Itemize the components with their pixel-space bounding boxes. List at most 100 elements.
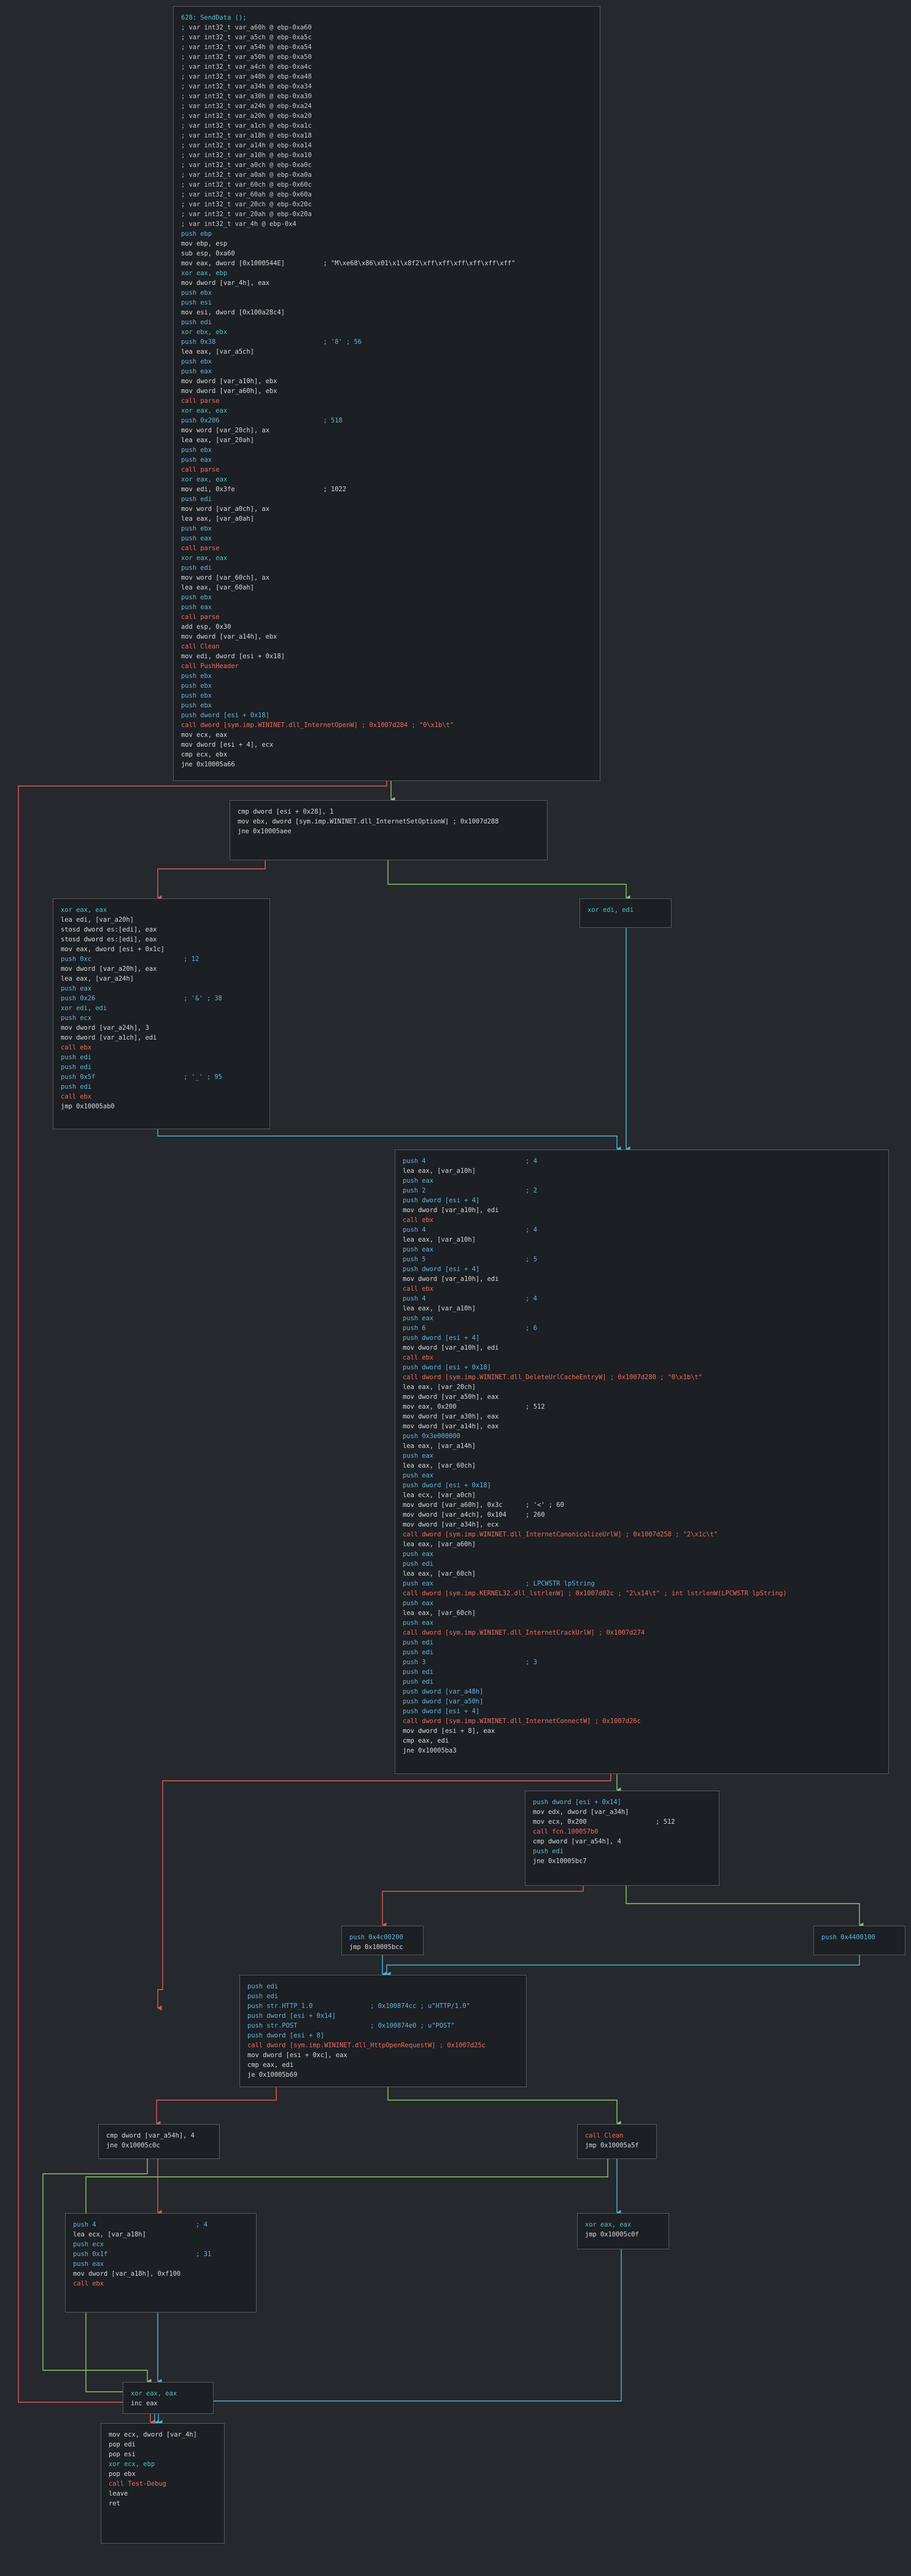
asm-line: push eax: [61, 985, 92, 992]
asm-line: mov ecx, dword [var_4h]: [109, 2431, 197, 2438]
asm-line: push eax: [403, 1619, 434, 1627]
asm-line: xor ecx, ebp: [109, 2461, 155, 2468]
asm-line: push 0x1f ; 31: [73, 2251, 212, 2258]
asm-line: add esp, 0x30: [181, 623, 231, 631]
asm-line: inc eax: [131, 2400, 158, 2407]
basic-block-success-return[interactable]: xor eax, eax inc eax: [123, 2382, 214, 2414]
asm-line: xor eax, eax: [181, 407, 228, 414]
asm-line: push edi: [247, 1993, 279, 2000]
asm-line: ; var int32_t var_a5ch @ ebp-0xa5c: [181, 34, 312, 41]
asm-line: push eax: [403, 1551, 434, 1558]
asm-line: push edi: [533, 1848, 564, 1855]
asm-line: pop edi: [109, 2441, 136, 2448]
asm-line: push edi: [403, 1649, 434, 1656]
asm-line: stosd dword es:[edi], eax: [61, 936, 157, 943]
asm-line: call ebx: [61, 1093, 92, 1100]
asm-line: mov dword [var_a4ch], 0x104 ; 260: [403, 1511, 545, 1519]
asm-line: push edi: [403, 1678, 434, 1686]
asm-line: push dword [esi + 0x14]: [247, 2012, 336, 2020]
asm-line: push 4 ; 4: [73, 2221, 207, 2228]
asm-line: cmp ecx, ebx: [181, 751, 228, 758]
asm-line: push edi: [403, 1560, 434, 1568]
asm-line: push edi: [247, 1983, 279, 1990]
edge-b1-b3: [387, 860, 630, 901]
asm-line: jne 0x10005bc7: [533, 1858, 587, 1865]
asm-line: push 0x5f ; '_' ; 95: [61, 1073, 222, 1081]
asm-line: pop ebx: [109, 2470, 136, 2478]
asm-line: call parse: [181, 613, 220, 621]
basic-block-push-flags-b[interactable]: push 0x4400100: [813, 1926, 905, 1955]
asm-line: push ebx: [181, 446, 212, 454]
asm-line: push dword [esi + 4]: [403, 1334, 480, 1342]
asm-line: lea eax, [var_a24h]: [61, 975, 134, 983]
asm-line: push edi: [403, 1639, 434, 1646]
asm-line: call dword [sym.imp.WININET.dll_Internet…: [403, 1629, 645, 1636]
asm-line: push edi: [181, 496, 212, 503]
asm-line: jmp 0x10005a5f: [585, 2142, 639, 2149]
asm-line: call Test-Debug: [109, 2480, 166, 2488]
asm-line: push 0x38 ; '8' ; 56: [181, 338, 362, 346]
asm-line: mov dword [var_a10h], edi: [403, 1344, 499, 1352]
asm-line: jmp 0x10005c0f: [585, 2231, 639, 2238]
basic-block-check-scheme[interactable]: cmp dword [var_a54h], 4 jne 0x10005c0c: [98, 2124, 220, 2159]
basic-block-set-security[interactable]: push 4 ; 4 lea ecx, [var_a18h] push ecx pus…: [65, 2213, 257, 2313]
asm-line: mov dword [var_a60h], 0x3c ; '<' ; 60: [403, 1501, 564, 1509]
asm-line: mov edx, dword [var_a34h]: [533, 1808, 629, 1816]
asm-line: push 0xc ; 12: [61, 955, 200, 963]
asm-line: mov word [var_60ch], ax: [181, 574, 269, 582]
asm-line: lea eax, [var_a10h]: [403, 1305, 476, 1312]
asm-line: push edi: [61, 1064, 92, 1071]
asm-line: push eax ; LPCWSTR lpString: [403, 1580, 595, 1587]
asm-line: call parse: [181, 397, 220, 405]
asm-line: ; var int32_t var_a24h @ ebp-0xa24: [181, 103, 312, 110]
asm-line: mov dword [var_a1ch], edi: [61, 1034, 157, 1041]
basic-block-xor-edi[interactable]: xor edi, edi: [580, 898, 672, 928]
asm-line: lea eax, [var_a14h]: [403, 1442, 476, 1450]
basic-block-set-options[interactable]: xor eax, eax lea edi, [var_a20h] stosd dwo…: [53, 898, 270, 1129]
basic-block-epilogue[interactable]: mov ecx, dword [var_4h] pop edi pop esi xor…: [101, 2423, 225, 2543]
asm-line: call Clean: [181, 643, 220, 650]
asm-line: push 4 ; 4: [403, 1226, 537, 1234]
asm-line: ; var int32_t var_a60h @ ebp-0xa60: [181, 24, 312, 31]
basic-block-clean-jump[interactable]: call Clean jmp 0x10005a5f: [577, 2124, 657, 2159]
asm-line: push eax: [403, 1315, 434, 1322]
asm-line: push 4 ; 4: [403, 1158, 537, 1165]
asm-line: call ebx: [73, 2280, 104, 2287]
asm-line: push ebx: [181, 358, 212, 365]
asm-line: call dword [sym.imp.WININET.dll_Internet…: [403, 1718, 641, 1725]
basic-block-fail-return[interactable]: xor eax, eax jmp 0x10005c0f: [577, 2213, 669, 2249]
asm-line: push ebx: [181, 594, 212, 601]
asm-line: lea eax, [var_60ah]: [181, 584, 254, 591]
asm-line: push ebx: [181, 702, 212, 709]
asm-line: jne 0x10005ba3: [403, 1747, 457, 1754]
asm-line: call dword [sym.imp.WININET.dll_HttpOpen…: [247, 2042, 486, 2049]
asm-line: ; var int32_t var_a4ch @ ebp-0xa4c: [181, 63, 312, 71]
basic-block-request-prep[interactable]: push dword [esi + 0x14] mov edx, dword [v…: [525, 1791, 719, 1886]
asm-line: ; var int32_t var_a34h @ ebp-0xa34: [181, 83, 312, 90]
asm-line: lea eax, [var_60ch]: [403, 1609, 476, 1617]
asm-line: xor ebx, ebx: [181, 329, 228, 336]
basic-block-connect[interactable]: push 4 ; 4 lea eax, [var_a10h]push eax pus…: [395, 1150, 889, 1774]
basic-block-push-flags-a[interactable]: push 0x4c00200 jmp 0x10005bcc: [341, 1926, 424, 1955]
asm-line: push edi: [181, 564, 212, 572]
basic-block-senddata-entry[interactable]: 628: SendData (); ; var int32_t var_a60h …: [173, 6, 600, 781]
asm-line: push 5 ; 5: [403, 1256, 537, 1263]
asm-line: push dword [esi + 4]: [403, 1197, 480, 1204]
asm-line: push dword [esi + 4]: [403, 1266, 480, 1273]
asm-line: push 4 ; 4: [403, 1295, 537, 1302]
asm-line: cmp dword [var_a54h], 4: [106, 2132, 195, 2139]
basic-block-check-option[interactable]: cmp dword [esi + 0x28], 1 mov ebx, dword …: [230, 800, 548, 860]
asm-line: mov word [var_20ch], ax: [181, 427, 269, 434]
asm-line: mov dword [var_a24h], 3: [61, 1024, 149, 1032]
asm-line: mov dword [var_a30h], eax: [403, 1413, 499, 1420]
asm-line: push ebx: [181, 289, 212, 297]
asm-line: ; var int32_t var_a54h @ ebp-0xa54: [181, 44, 312, 51]
asm-line: push edi: [181, 319, 212, 326]
asm-line: lea eax, [var_60ch]: [403, 1570, 476, 1578]
asm-line: call ebx: [61, 1044, 92, 1051]
asm-line: ; var int32_t var_a0ah @ ebp-0xa0a: [181, 171, 312, 179]
basic-block-open-request[interactable]: push edi push edi push str.HTTP_1.0 ; 0x10…: [239, 1975, 527, 2087]
asm-line: call fcn.100057b0: [533, 1828, 599, 1835]
asm-line: mov dword [var_a10h], edi: [403, 1207, 499, 1214]
asm-line: ; var int32_t var_a0ch @ ebp-0xa0c: [181, 161, 312, 169]
